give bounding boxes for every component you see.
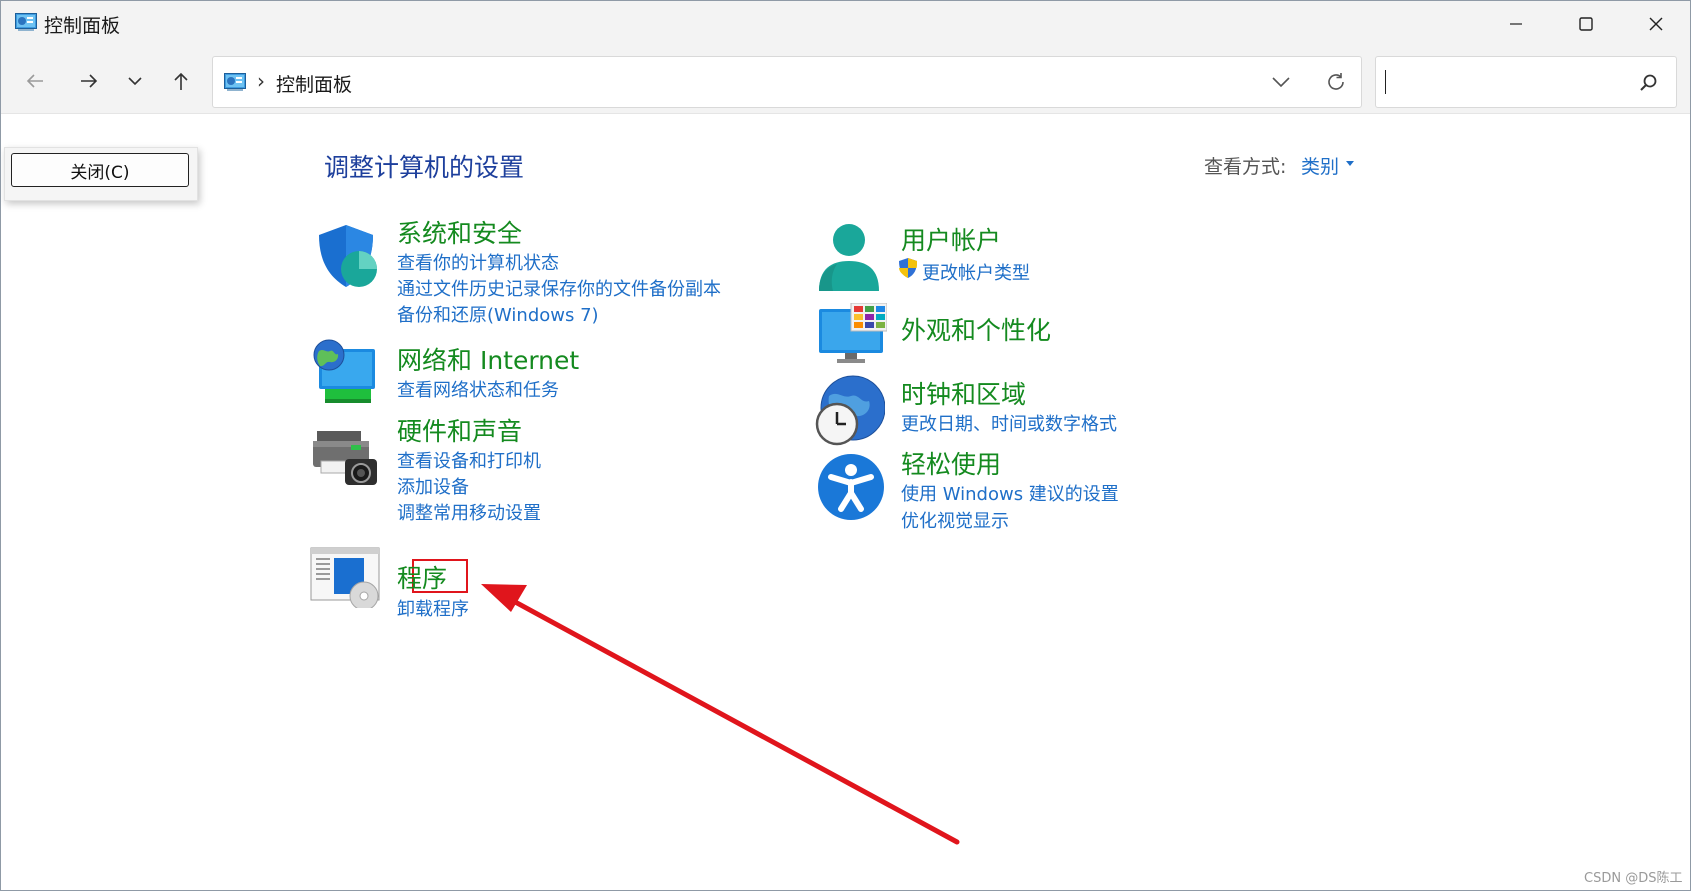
control-panel-window: 控制面板 › 控制面板 关闭(C) 调整计算机的设置 查看方式: 类别 系统和安… xyxy=(0,0,1691,891)
watermark: CSDN @DS陈工 xyxy=(1584,871,1683,886)
annotation-arrow xyxy=(481,584,960,845)
